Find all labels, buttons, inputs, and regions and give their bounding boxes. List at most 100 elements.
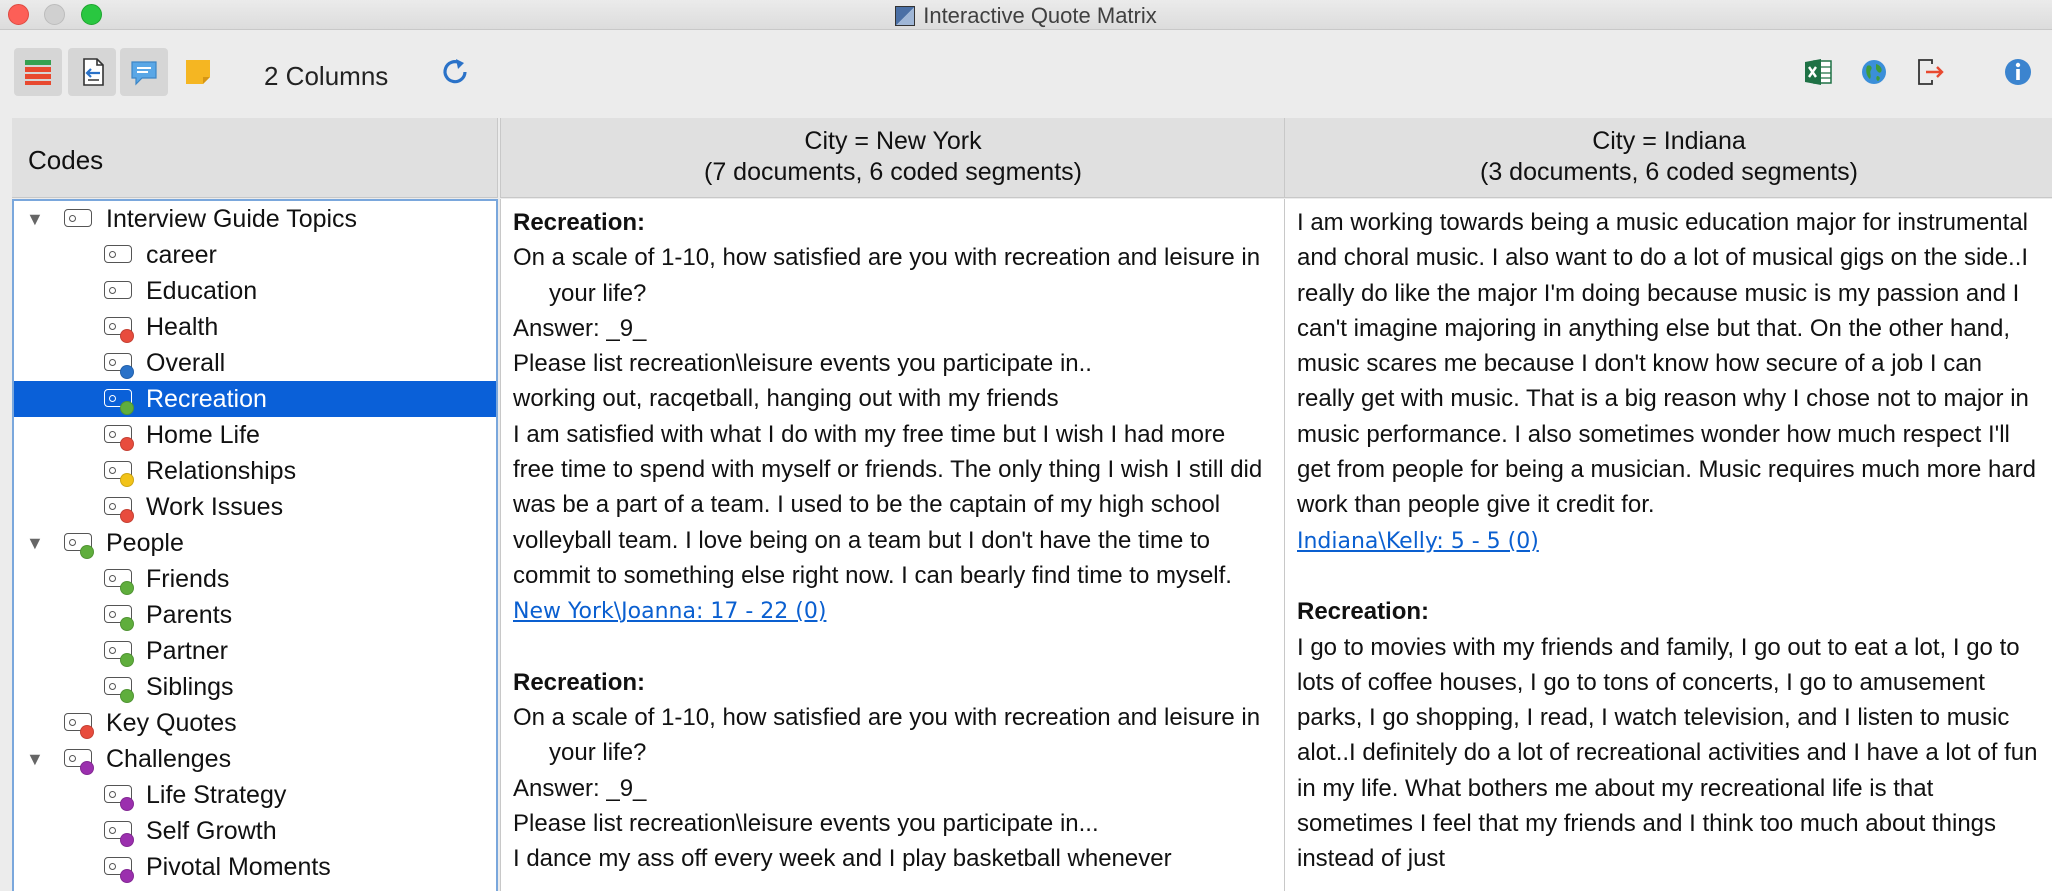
code-list-toggle-button[interactable] (14, 48, 62, 96)
code-item[interactable]: Self Growth (14, 813, 496, 849)
code-color-dot (120, 509, 134, 523)
code-tag-icon (104, 281, 132, 299)
columns-count-label: 2 Columns (264, 61, 389, 91)
code-color-dot (80, 545, 94, 559)
title-bar: Interactive Quote Matrix (0, 0, 2052, 30)
code-color-dot (120, 869, 134, 883)
code-color-dot (120, 581, 134, 595)
code-item[interactable]: Work Issues (14, 489, 496, 525)
column-new-york: City = New York (7 documents, 6 coded se… (500, 118, 1286, 891)
quote-matrix-area: Codes ▼ Interview Guide Topics career Educa… (12, 118, 2052, 891)
column-header: City = Indiana (3 documents, 6 coded seg… (1284, 118, 2052, 198)
code-item[interactable]: Home Life (14, 417, 496, 453)
toolbar: 2 Columns (0, 30, 2052, 118)
expand-triangle-icon[interactable]: ▼ (26, 525, 44, 561)
column-header-subtitle: (7 documents, 6 coded segments) (704, 158, 1082, 186)
code-item-label: Self Growth (146, 817, 277, 845)
segment-source-link[interactable]: New York\Joanna: 17 - 22 (0) (513, 599, 826, 624)
segment-text: Please list recreation\leisure events yo… (513, 350, 1092, 378)
expand-triangle-icon[interactable]: ▼ (26, 741, 44, 777)
code-item[interactable]: Parents (14, 597, 496, 633)
code-item[interactable]: ▼ Challenges (14, 741, 496, 777)
code-item[interactable]: Key Quotes (14, 705, 496, 741)
code-color-dot (120, 437, 134, 451)
code-item-label: Challenges (106, 745, 232, 773)
code-item-label: Key Quotes (106, 709, 237, 737)
export-web-button[interactable] (1850, 48, 1898, 96)
segment-text: I go to movies with my friends and famil… (1297, 633, 2038, 873)
code-item-label: Friends (146, 565, 230, 593)
export-icon (1918, 59, 1944, 85)
segment-source-link[interactable]: Indiana\Kelly: 5 - 5 (0) (1297, 529, 1539, 554)
sticky-note-button[interactable] (174, 48, 222, 96)
code-tag-icon (104, 245, 132, 263)
code-item[interactable]: Siblings (14, 669, 496, 705)
code-item[interactable]: ▼ People (14, 525, 496, 561)
codes-header: Codes (12, 118, 498, 198)
segment-title: Recreation: (513, 668, 646, 696)
code-item[interactable]: Pivotal Moments (14, 849, 496, 885)
code-item-label: Health (146, 313, 219, 341)
code-item-label: Partner (146, 637, 228, 665)
export-excel-button[interactable] (1794, 48, 1842, 96)
code-item-label: Recreation (146, 385, 267, 413)
code-item-label: Life Strategy (146, 781, 287, 809)
code-item[interactable]: Relationships (14, 453, 496, 489)
code-color-dot (120, 365, 134, 379)
code-color-dot (80, 761, 94, 775)
column-header-subtitle: (3 documents, 6 coded segments) (1480, 158, 1858, 186)
code-color-dot (80, 725, 94, 739)
code-color-dot (120, 689, 134, 703)
code-tag-icon (64, 209, 92, 227)
segment-text: On a scale of 1-10, how satisfied are yo… (513, 244, 1261, 307)
code-item-label: Pivotal Moments (146, 853, 331, 881)
code-color-dot (120, 617, 134, 631)
code-item-label: Education (146, 277, 258, 305)
codes-tree[interactable]: ▼ Interview Guide Topics career Education He… (12, 199, 498, 891)
code-item[interactable]: Life Strategy (14, 777, 496, 813)
column-body[interactable]: I am working towards being a music educa… (1284, 199, 2052, 891)
coded-segment: I am working towards being a music educa… (1297, 205, 2041, 559)
refresh-button[interactable] (432, 48, 480, 96)
memo-comments-button[interactable] (120, 48, 168, 96)
codes-panel: Codes ▼ Interview Guide Topics career Educa… (12, 118, 498, 891)
column-body[interactable]: Recreation: On a scale of 1-10, how satis… (500, 199, 1286, 891)
code-item[interactable]: Partner (14, 633, 496, 669)
document-arrow-icon (83, 58, 104, 86)
coded-segment: Recreation: On a scale of 1-10, how satis… (513, 205, 1273, 630)
codes-header-label: Codes (28, 145, 104, 175)
code-item[interactable]: Health (14, 309, 496, 345)
segment-text: I dance my ass off every week and I play… (513, 845, 1172, 873)
coded-segment: Recreation: I go to movies with my friend… (1297, 594, 2041, 876)
column-header-title: City = New York (804, 127, 982, 155)
code-color-dot (120, 401, 134, 415)
code-item-label: Interview Guide Topics (106, 205, 358, 233)
code-item[interactable]: Recreation (14, 381, 496, 417)
code-item[interactable]: Overall (14, 345, 496, 381)
code-item-label: Relationships (146, 457, 297, 485)
segment-text: Please list recreation\leisure events yo… (513, 810, 1099, 838)
code-item-label: Siblings (146, 673, 234, 701)
expand-triangle-icon[interactable]: ▼ (26, 201, 44, 237)
code-item-label: Parents (146, 601, 233, 629)
code-item[interactable]: ▼ Interview Guide Topics (14, 201, 496, 237)
list-icon (25, 60, 51, 85)
code-item-label: Work Issues (146, 493, 284, 521)
code-color-dot (120, 473, 134, 487)
speech-bubble-icon (131, 61, 157, 86)
code-color-dot (120, 653, 134, 667)
code-item-label: Home Life (146, 421, 260, 449)
segment-text: Answer: _9_ (513, 774, 647, 802)
code-item[interactable]: career (14, 237, 496, 273)
code-item-label: People (106, 529, 184, 557)
note-icon (186, 60, 210, 84)
code-item[interactable]: Education (14, 273, 496, 309)
info-button[interactable] (1994, 48, 2042, 96)
code-color-dot (120, 797, 134, 811)
code-item[interactable]: Friends (14, 561, 496, 597)
info-icon (2005, 59, 2031, 85)
refresh-icon (443, 59, 467, 84)
export-file-button[interactable] (1906, 48, 1954, 96)
import-document-button[interactable] (68, 48, 116, 96)
column-header: City = New York (7 documents, 6 coded se… (500, 118, 1286, 198)
